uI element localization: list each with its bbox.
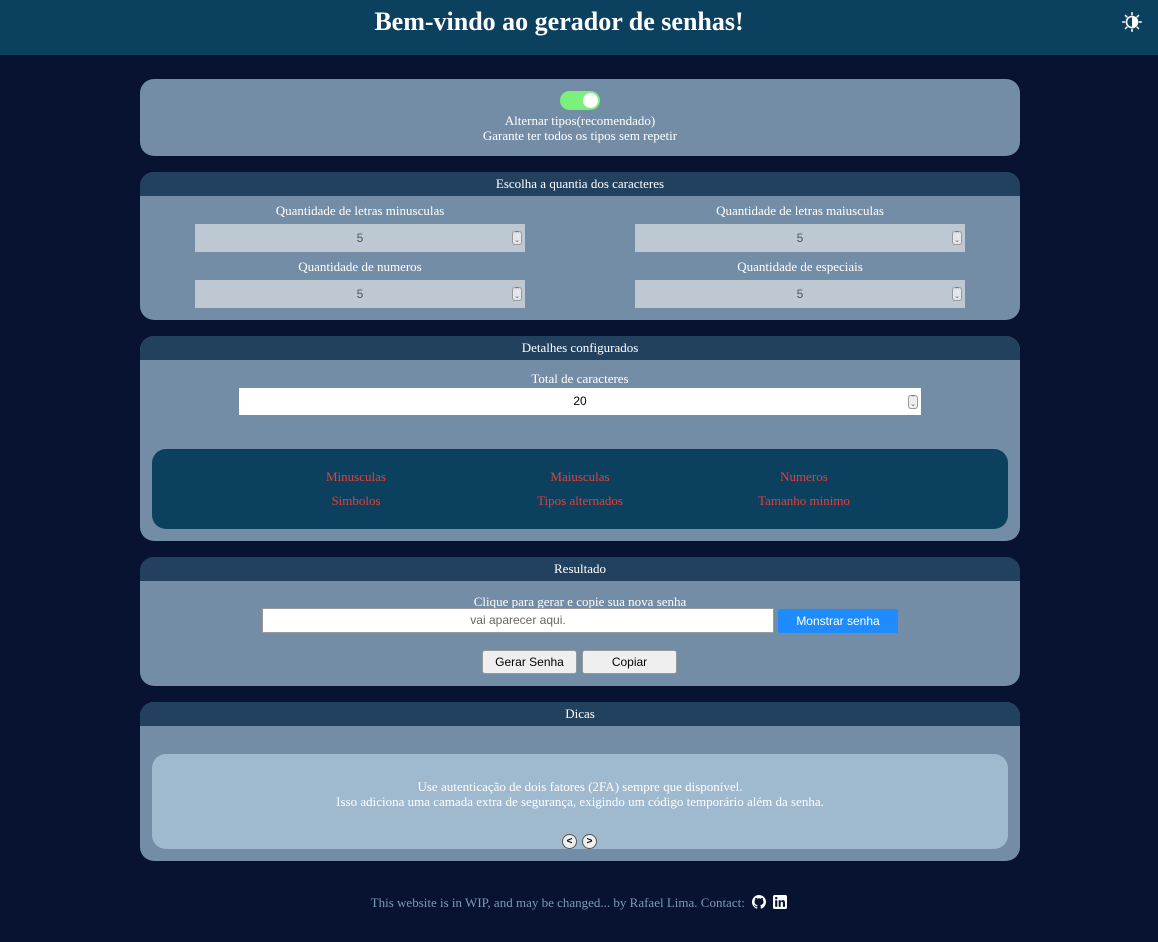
tip-line-2: Isso adiciona uma camada extra de segura… [336, 794, 824, 809]
uppercase-value: 5 [796, 231, 804, 245]
total-spinner[interactable]: ⌃ ⌄ [908, 395, 918, 409]
alternate-types-card: Alternar tipos(recomendado) Garante ter … [140, 79, 1020, 156]
github-icon[interactable] [752, 895, 767, 909]
footer: This website is in WIP, and may be chang… [0, 895, 1158, 911]
toggle-text: Alternar tipos(recomendado) Garante ter … [140, 113, 1020, 143]
status-box: Minusculas Maiusculas Numeros Simbolos T… [152, 449, 1008, 529]
details-card-title: Detalhes configurados [140, 336, 1020, 360]
numbers-value: 5 [356, 287, 364, 301]
status-symbols: Simbolos [331, 493, 381, 508]
next-tip-button[interactable]: > [582, 834, 597, 849]
toggle-knob [583, 93, 598, 108]
uppercase-label: Quantidade de letras maiusculas [716, 203, 884, 218]
page-title: Bem-vindo ao gerador de senhas! [374, 7, 744, 36]
status-lowercase: Minusculas [326, 469, 386, 484]
tips-card: Dicas Use autenticação de dois fatores (… [140, 702, 1020, 861]
result-card: Resultado Clique para gerar e copie sua … [140, 557, 1020, 686]
uppercase-input[interactable]: 5 ⌃ ⌄ [635, 224, 965, 252]
tip-line-1: Use autenticação de dois fatores (2FA) s… [417, 779, 743, 794]
details-card: Detalhes configurados Total de caractere… [140, 336, 1020, 541]
specials-label: Quantidade de especiais [737, 259, 863, 274]
uppercase-spinner[interactable]: ⌃ ⌄ [952, 231, 962, 245]
contrast-icon[interactable] [1122, 12, 1142, 32]
lowercase-input[interactable]: 5 ⌃ ⌄ [195, 224, 525, 252]
numbers-spinner[interactable]: ⌃ ⌄ [512, 287, 522, 301]
specials-spinner[interactable]: ⌃ ⌄ [952, 287, 962, 301]
total-value: 20 [573, 394, 587, 408]
quantity-card: Escolha a quantia dos caracteres Quantid… [140, 172, 1020, 320]
numbers-input[interactable]: 5 ⌃ ⌄ [195, 280, 525, 308]
alternate-types-toggle[interactable] [560, 91, 600, 110]
toggle-description: Garante ter todos os tipos sem repetir [482, 128, 678, 143]
quantity-card-title: Escolha a quantia dos caracteres [140, 172, 1020, 196]
result-card-title: Resultado [140, 557, 1020, 581]
password-output-field[interactable]: vai aparecer aqui. [262, 608, 774, 633]
status-numbers: Numeros [780, 469, 828, 484]
lowercase-value: 5 [356, 231, 364, 245]
status-min-length: Tamanho minimo [758, 493, 850, 508]
specials-value: 5 [796, 287, 804, 301]
tip-box: Use autenticação de dois fatores (2FA) s… [152, 754, 1008, 849]
show-password-button[interactable]: Monstrar senha [778, 609, 898, 633]
previous-tip-button[interactable]: < [562, 834, 577, 849]
tips-card-title: Dicas [140, 702, 1020, 726]
specials-input[interactable]: 5 ⌃ ⌄ [635, 280, 965, 308]
generate-password-button[interactable]: Gerar Senha [482, 650, 577, 674]
app-header: Bem-vindo ao gerador de senhas! [0, 0, 1158, 55]
toggle-label: Alternar tipos(recomendado) [504, 113, 656, 128]
total-label: Total de caracteres [531, 371, 629, 386]
linkedin-icon[interactable] [773, 895, 788, 909]
status-uppercase: Maiusculas [550, 469, 610, 484]
lowercase-label: Quantidade de letras minusculas [275, 203, 445, 218]
status-alternated-types: Tipos alternados [537, 493, 623, 508]
copy-button[interactable]: Copiar [582, 650, 677, 674]
numbers-label: Quantidade de numeros [298, 259, 422, 274]
lowercase-spinner[interactable]: ⌃ ⌄ [512, 231, 522, 245]
total-input[interactable]: 20 ⌃ ⌄ [239, 388, 921, 415]
tip-text: Use autenticação de dois fatores (2FA) s… [152, 779, 1008, 809]
footer-text: This website is in WIP, and may be chang… [370, 895, 745, 910]
